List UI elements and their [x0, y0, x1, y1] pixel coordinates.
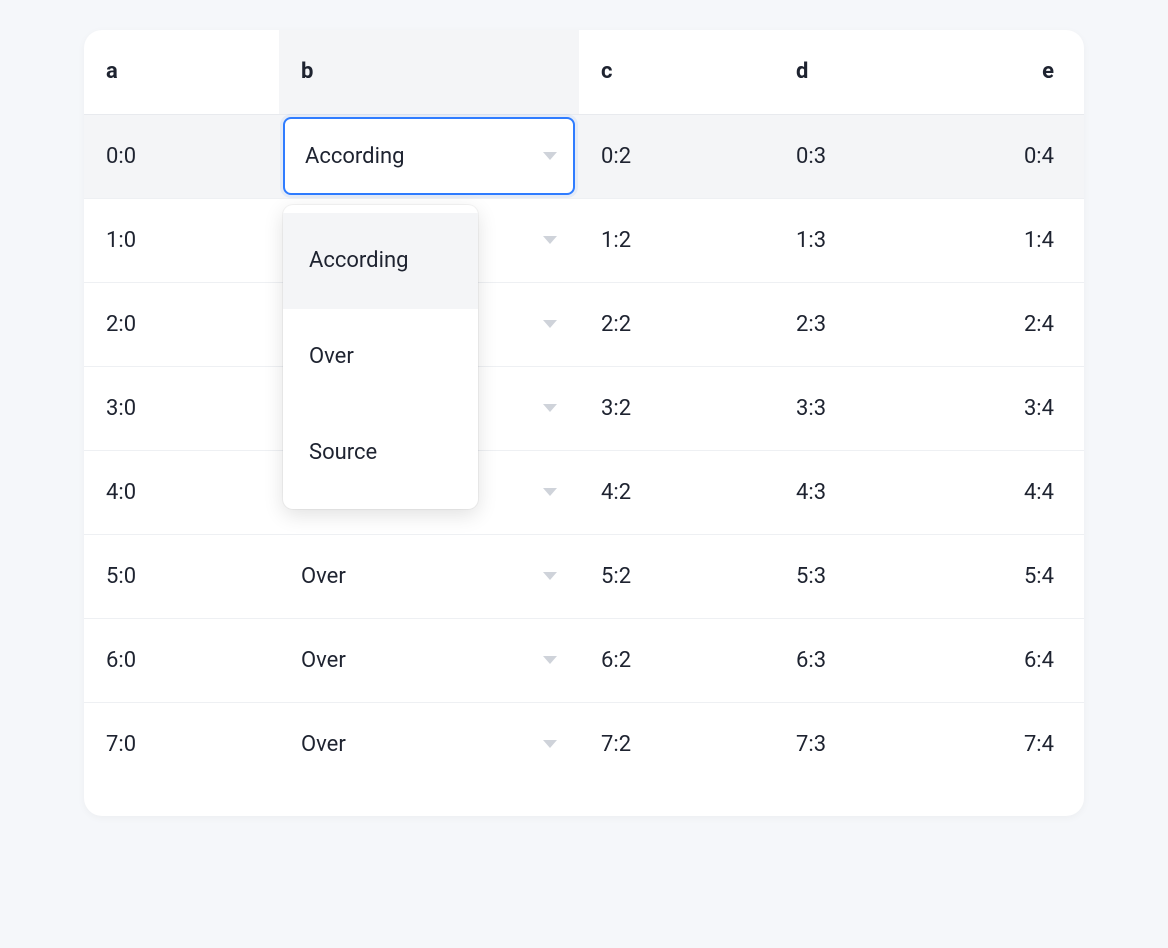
data-table: a b c d e 0:0AccordingAccordingOverSourc…: [84, 30, 1084, 786]
select-b[interactable]: According: [283, 117, 575, 195]
cell-e: 2:4: [969, 282, 1084, 366]
cell-e: 4:4: [969, 450, 1084, 534]
cell-a: 4:0: [84, 450, 279, 534]
select-b-option[interactable]: According: [283, 213, 478, 309]
column-header-a[interactable]: a: [84, 30, 279, 114]
cell-a: 1:0: [84, 198, 279, 282]
cell-c: 0:2: [579, 114, 774, 198]
cell-a: 7:0: [84, 702, 279, 786]
cell-c: 7:2: [579, 702, 774, 786]
select-b[interactable]: Over: [283, 619, 575, 702]
cell-d: 2:3: [774, 282, 969, 366]
cell-a: 2:0: [84, 282, 279, 366]
select-b-value: Over: [301, 732, 346, 757]
table-row: 7:0 Over 7:27:37:4: [84, 702, 1084, 786]
chevron-down-icon: [543, 152, 557, 160]
cell-d: 3:3: [774, 366, 969, 450]
cell-c: 6:2: [579, 618, 774, 702]
select-b-dropdown: AccordingOverSource: [283, 205, 478, 509]
column-header-b[interactable]: b: [279, 30, 579, 114]
select-b-value: Over: [301, 564, 346, 589]
table-row: 1:0 1:21:31:4: [84, 198, 1084, 282]
chevron-down-icon: [543, 488, 557, 496]
select-b-option[interactable]: Source: [283, 405, 478, 501]
cell-e: 3:4: [969, 366, 1084, 450]
cell-c: 3:2: [579, 366, 774, 450]
column-header-d[interactable]: d: [774, 30, 969, 114]
select-b[interactable]: Over: [283, 535, 575, 618]
cell-b: Over: [279, 618, 579, 702]
cell-b: AccordingAccordingOverSource: [279, 114, 579, 198]
cell-a: 0:0: [84, 114, 279, 198]
data-table-card: a b c d e 0:0AccordingAccordingOverSourc…: [84, 30, 1084, 816]
cell-e: 5:4: [969, 534, 1084, 618]
cell-a: 3:0: [84, 366, 279, 450]
cell-c: 1:2: [579, 198, 774, 282]
table-row: 3:0 3:23:33:4: [84, 366, 1084, 450]
cell-c: 2:2: [579, 282, 774, 366]
chevron-down-icon: [543, 572, 557, 580]
select-b-option[interactable]: Over: [283, 309, 478, 405]
cell-d: 7:3: [774, 702, 969, 786]
table-row: 6:0 Over 6:26:36:4: [84, 618, 1084, 702]
cell-c: 4:2: [579, 450, 774, 534]
cell-b: Over: [279, 534, 579, 618]
table-row: 5:0 Over 5:25:35:4: [84, 534, 1084, 618]
cell-d: 4:3: [774, 450, 969, 534]
cell-d: 0:3: [774, 114, 969, 198]
cell-c: 5:2: [579, 534, 774, 618]
table-header-row: a b c d e: [84, 30, 1084, 114]
cell-d: 1:3: [774, 198, 969, 282]
chevron-down-icon: [543, 404, 557, 412]
table-row: 0:0AccordingAccordingOverSource0:20:30:4: [84, 114, 1084, 198]
select-b[interactable]: Over: [283, 703, 575, 787]
cell-e: 0:4: [969, 114, 1084, 198]
chevron-down-icon: [543, 656, 557, 664]
table-row: 4:0 4:24:34:4: [84, 450, 1084, 534]
select-b-value: Over: [301, 648, 346, 673]
cell-e: 7:4: [969, 702, 1084, 786]
table-row: 2:0 2:22:32:4: [84, 282, 1084, 366]
column-header-c[interactable]: c: [579, 30, 774, 114]
cell-b: Over: [279, 702, 579, 786]
chevron-down-icon: [543, 740, 557, 748]
cell-d: 5:3: [774, 534, 969, 618]
cell-a: 6:0: [84, 618, 279, 702]
column-header-e[interactable]: e: [969, 30, 1084, 114]
cell-e: 1:4: [969, 198, 1084, 282]
cell-a: 5:0: [84, 534, 279, 618]
select-b-value: According: [305, 144, 404, 169]
chevron-down-icon: [543, 320, 557, 328]
chevron-down-icon: [543, 236, 557, 244]
cell-d: 6:3: [774, 618, 969, 702]
cell-e: 6:4: [969, 618, 1084, 702]
